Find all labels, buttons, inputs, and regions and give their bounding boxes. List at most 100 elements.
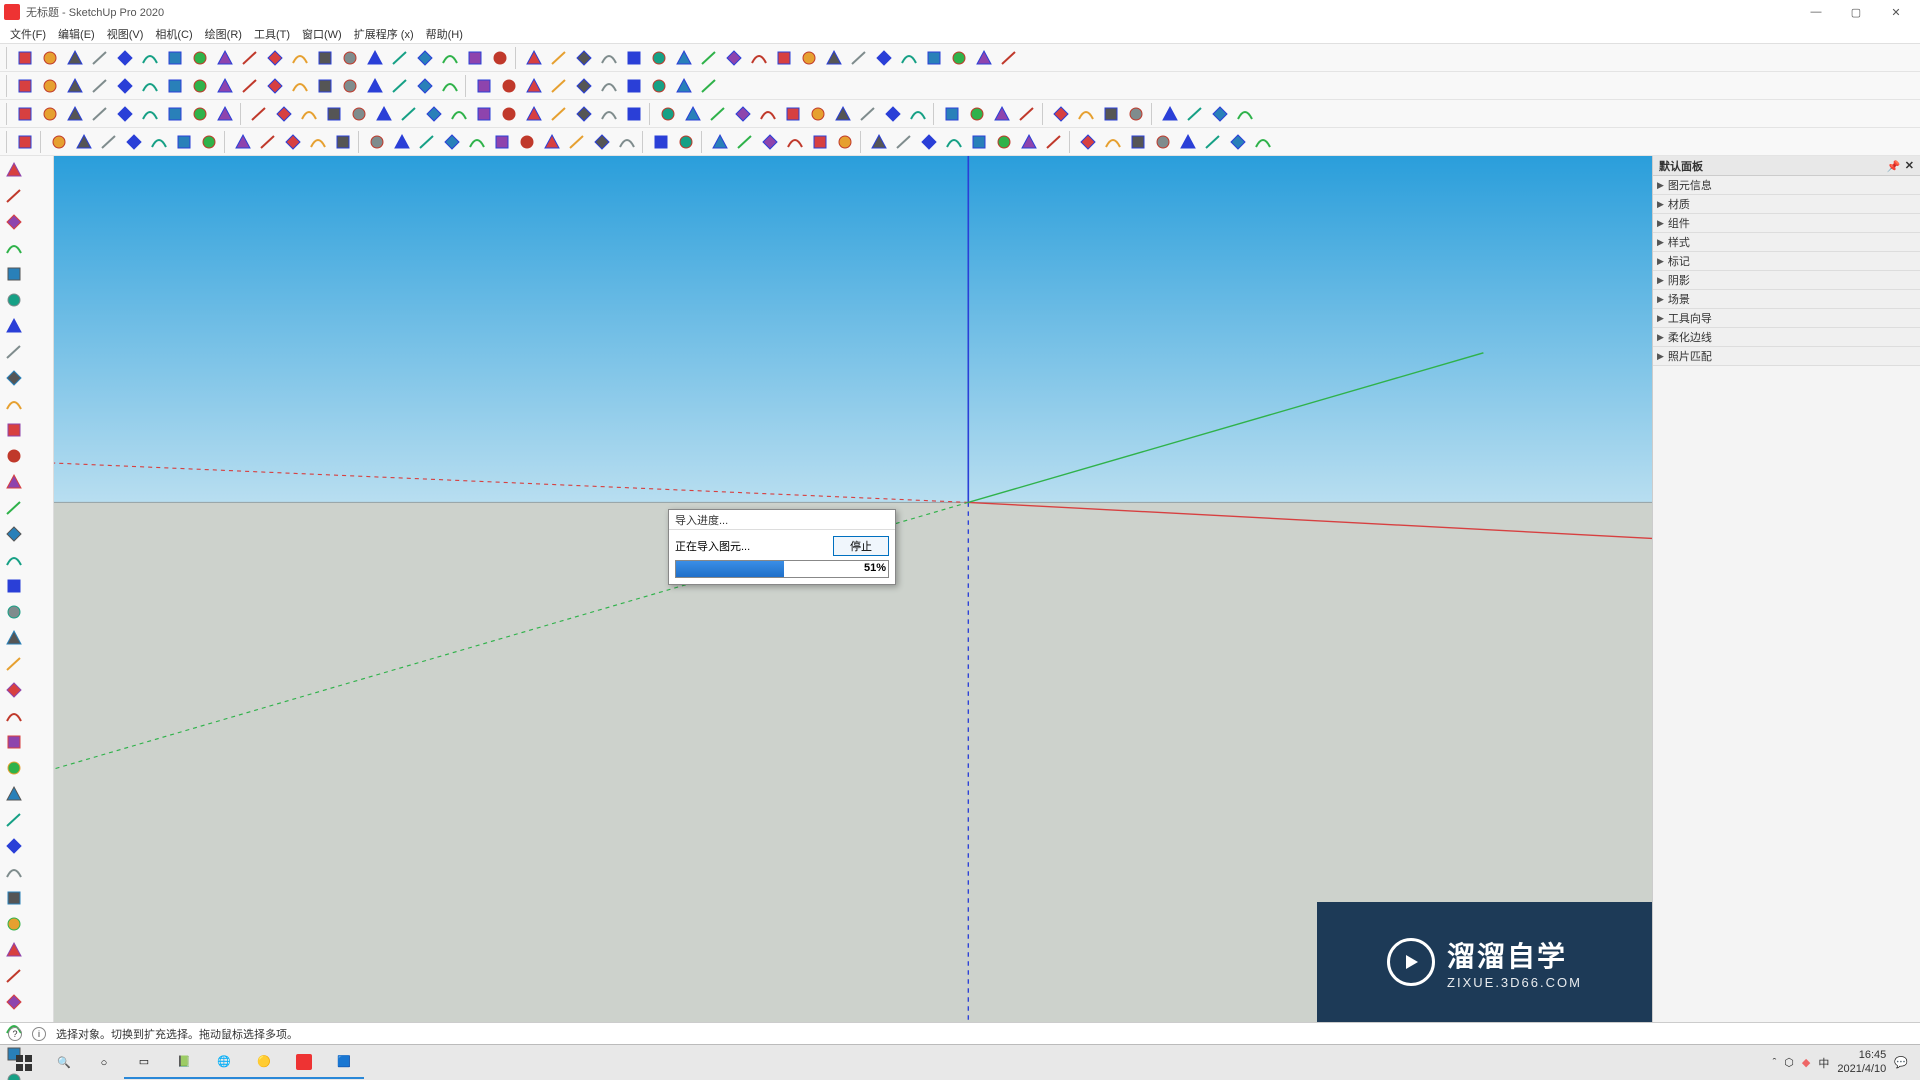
toolbar-button[interactable] xyxy=(1126,130,1150,154)
toolbar-button[interactable] xyxy=(965,102,989,126)
toolbar-button[interactable] xyxy=(197,130,221,154)
tray-section[interactable]: ▶阴影 xyxy=(1653,271,1920,290)
left-tool-button[interactable] xyxy=(2,262,26,286)
toolbar-button[interactable] xyxy=(1226,130,1250,154)
toolbar-button[interactable] xyxy=(1099,102,1123,126)
toolbar-button[interactable] xyxy=(272,102,296,126)
toolbar-button[interactable] xyxy=(172,130,196,154)
toolbar-button[interactable] xyxy=(63,102,87,126)
toolbar-button[interactable] xyxy=(363,74,387,98)
toolbar-button[interactable] xyxy=(163,46,187,70)
toolbar-button[interactable] xyxy=(656,102,680,126)
menu-item[interactable]: 扩展程序 (x) xyxy=(348,24,420,44)
toolbar-button[interactable] xyxy=(622,102,646,126)
toolbar-button[interactable] xyxy=(622,74,646,98)
toolbar-button[interactable] xyxy=(163,74,187,98)
toolbar-button[interactable] xyxy=(465,130,489,154)
toolbar-button[interactable] xyxy=(747,46,771,70)
toolbar-button[interactable] xyxy=(281,130,305,154)
minimize-button[interactable]: — xyxy=(1796,0,1836,24)
left-tool-button[interactable] xyxy=(2,210,26,234)
task-app-3[interactable]: 🟡 xyxy=(244,1047,284,1079)
menu-item[interactable]: 绘图(R) xyxy=(199,24,248,44)
toolbar-button[interactable] xyxy=(13,130,37,154)
toolbar-button[interactable] xyxy=(413,74,437,98)
toolbar-button[interactable] xyxy=(388,46,412,70)
toolbar-button[interactable] xyxy=(992,130,1016,154)
toolbar-button[interactable] xyxy=(415,130,439,154)
toolbar-button[interactable] xyxy=(338,46,362,70)
close-button[interactable]: ✕ xyxy=(1876,0,1916,24)
task-app-1[interactable]: 📗 xyxy=(164,1047,204,1079)
toolbar-button[interactable] xyxy=(872,46,896,70)
task-app-2[interactable]: 🌐 xyxy=(204,1047,244,1079)
taskbar-clock[interactable]: 16:45 2021/4/10 xyxy=(1837,1049,1886,1075)
toolbar-button[interactable] xyxy=(647,46,671,70)
toolbar-button[interactable] xyxy=(547,102,571,126)
toolbar-button[interactable] xyxy=(756,102,780,126)
toolbar-button[interactable] xyxy=(397,102,421,126)
toolbar-button[interactable] xyxy=(922,46,946,70)
notifications-icon[interactable]: 💬 xyxy=(1894,1056,1908,1069)
toolbar-button[interactable] xyxy=(88,102,112,126)
tray-section[interactable]: ▶工具向导 xyxy=(1653,309,1920,328)
toolbar-button[interactable] xyxy=(365,130,389,154)
toolbar-button[interactable] xyxy=(940,102,964,126)
toolbar-button[interactable] xyxy=(147,130,171,154)
menu-item[interactable]: 视图(V) xyxy=(101,24,150,44)
toolbar-button[interactable] xyxy=(238,46,262,70)
toolbar-button[interactable] xyxy=(674,130,698,154)
toolbar-button[interactable] xyxy=(297,102,321,126)
toolbar-button[interactable] xyxy=(138,102,162,126)
left-tool-button[interactable] xyxy=(2,548,26,572)
toolbar-button[interactable] xyxy=(138,74,162,98)
toolbar-button[interactable] xyxy=(113,74,137,98)
toolbar-button[interactable] xyxy=(942,130,966,154)
toolbar-button[interactable] xyxy=(990,102,1014,126)
info-icon[interactable]: i xyxy=(32,1027,46,1041)
toolbar-button[interactable] xyxy=(972,46,996,70)
toolbar-button[interactable] xyxy=(1151,130,1175,154)
toolbar-button[interactable] xyxy=(213,102,237,126)
toolbar-button[interactable] xyxy=(472,74,496,98)
toolbar-button[interactable] xyxy=(1074,102,1098,126)
toolbar-button[interactable] xyxy=(388,74,412,98)
toolbar-button[interactable] xyxy=(1017,130,1041,154)
toolbar-button[interactable] xyxy=(440,130,464,154)
toolbar-button[interactable] xyxy=(63,74,87,98)
toolbar-button[interactable] xyxy=(138,46,162,70)
left-tool-button[interactable] xyxy=(2,314,26,338)
left-tool-button[interactable] xyxy=(2,392,26,416)
toolbar-button[interactable] xyxy=(306,130,330,154)
toolbar-button[interactable] xyxy=(547,46,571,70)
toolbar-button[interactable] xyxy=(1183,102,1207,126)
start-button[interactable] xyxy=(4,1047,44,1079)
toolbar-button[interactable] xyxy=(472,102,496,126)
ime-icon[interactable]: 中 xyxy=(1818,1055,1829,1071)
tray-section[interactable]: ▶照片匹配 xyxy=(1653,347,1920,366)
menu-item[interactable]: 编辑(E) xyxy=(52,24,101,44)
toolbar-button[interactable] xyxy=(1233,102,1257,126)
tray-section[interactable]: ▶样式 xyxy=(1653,233,1920,252)
toolbar-button[interactable] xyxy=(522,102,546,126)
toolbar-button[interactable] xyxy=(313,46,337,70)
toolbar-button[interactable] xyxy=(572,102,596,126)
tray-section[interactable]: ▶图元信息 xyxy=(1653,176,1920,195)
toolbar-button[interactable] xyxy=(597,46,621,70)
toolbar-button[interactable] xyxy=(97,130,121,154)
left-tool-button[interactable] xyxy=(2,964,26,988)
toolbar-button[interactable] xyxy=(681,102,705,126)
toolbar-button[interactable] xyxy=(572,46,596,70)
toolbar-button[interactable] xyxy=(372,102,396,126)
tray-section[interactable]: ▶材质 xyxy=(1653,195,1920,214)
toolbar-button[interactable] xyxy=(72,130,96,154)
toolbar-button[interactable] xyxy=(288,74,312,98)
toolbar-button[interactable] xyxy=(1158,102,1182,126)
left-tool-button[interactable] xyxy=(2,366,26,390)
tray-icon-1[interactable]: ⬡ xyxy=(1784,1056,1794,1069)
left-tool-button[interactable] xyxy=(2,184,26,208)
toolbar-button[interactable] xyxy=(188,74,212,98)
toolbar-button[interactable] xyxy=(88,46,112,70)
maximize-button[interactable]: ▢ xyxy=(1836,0,1876,24)
left-tool-button[interactable] xyxy=(2,678,26,702)
